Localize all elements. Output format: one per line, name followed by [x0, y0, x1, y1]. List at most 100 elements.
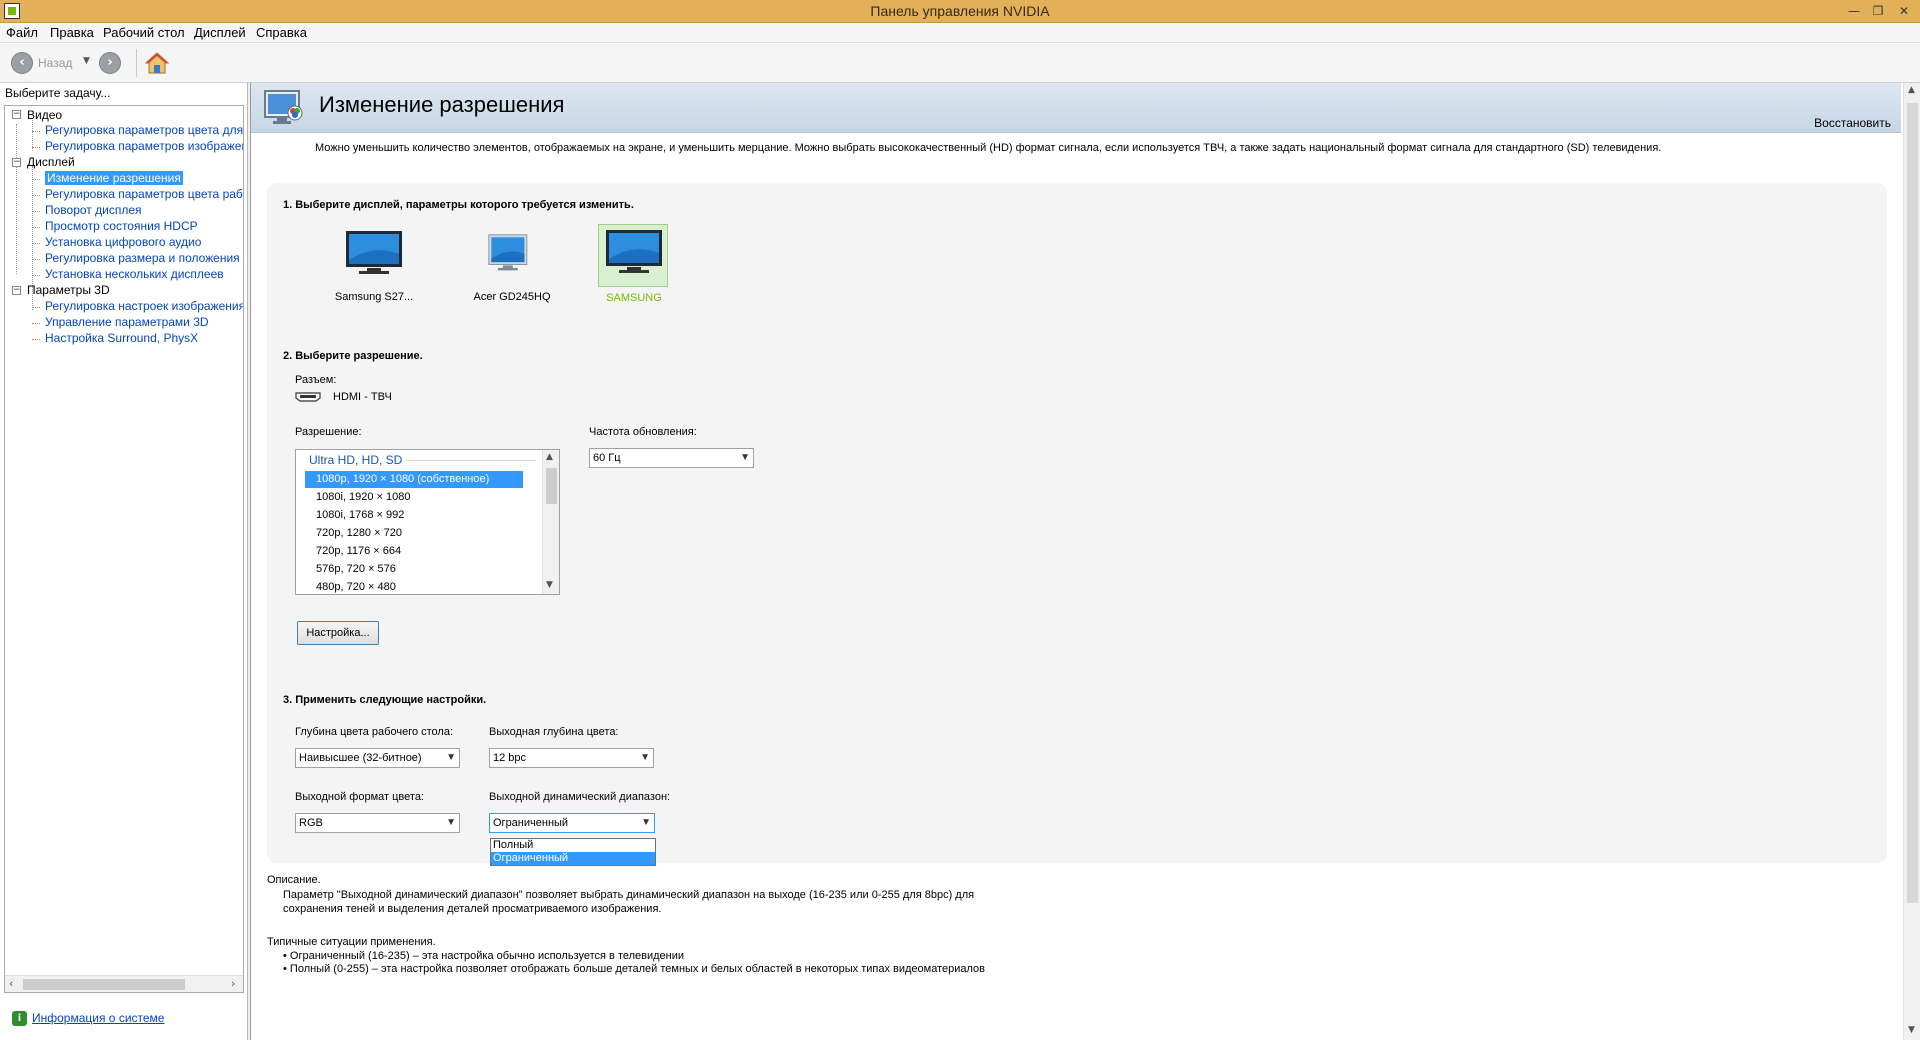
resolution-item[interactable]: 720p, 1176 × 664 [305, 543, 523, 560]
desktop-depth-select[interactable]: Наивысшее (32-битное) ▼ [295, 748, 460, 768]
resolution-item[interactable]: 576p, 720 × 576 [305, 561, 523, 578]
tree-line [32, 307, 40, 308]
usage-title: Типичные ситуации применения. [267, 936, 436, 948]
refresh-rate-select[interactable]: 60 Гц ▼ [589, 448, 754, 468]
forward-arrow-icon[interactable]: › [99, 52, 121, 74]
usage-item-full: • Полный (0-255) – эта настройка позволя… [283, 963, 986, 975]
page-title: Изменение разрешения [319, 92, 565, 117]
tree-line [32, 323, 40, 324]
dropdown-option-limited[interactable]: Ограниченный [491, 852, 655, 865]
resolution-item[interactable]: 480p, 720 × 480 [305, 579, 523, 594]
dropdown-option-full[interactable]: Полный [491, 839, 655, 852]
resolution-item[interactable]: 1080i, 1920 × 1080 [305, 489, 523, 506]
output-depth-select[interactable]: 12 bpc ▼ [489, 748, 654, 768]
output-format-value: RGB [299, 817, 323, 829]
resolution-list[interactable]: Ultra HD, HD, SD 1080p, 1920 × 1080 (соб… [295, 449, 560, 595]
tree-horizontal-scrollbar[interactable]: ‹ › [5, 975, 243, 992]
resolution-item-selected[interactable]: 1080p, 1920 × 1080 (собственное) [305, 471, 523, 488]
scroll-down-icon[interactable]: ▼ [1908, 1025, 1915, 1035]
menu-edit[interactable]: Правка [50, 25, 94, 40]
display-samsung-s27[interactable]: Samsung S27... [335, 226, 413, 303]
connector-value: HDMI - ТВЧ [333, 391, 392, 403]
content-pane: Изменение разрешения Восстановить Можно … [250, 83, 1920, 1040]
dynamic-range-dropdown[interactable]: Полный Ограниченный [490, 838, 656, 866]
customize-button[interactable]: Настройка... [297, 621, 379, 645]
monitor-icon [606, 230, 662, 273]
toolbar-separator [136, 49, 137, 77]
usage-item-limited: • Ограниченный (16-235) – эта настройка … [283, 950, 685, 962]
close-button[interactable]: ✕ [1892, 1, 1916, 21]
system-info-link[interactable]: Информация о системе [32, 1011, 164, 1025]
scrollbar-thumb[interactable] [23, 979, 185, 990]
tree-line [32, 131, 40, 132]
step3-title: 3. Применить следующие настройки. [283, 694, 487, 706]
collapse-display-icon[interactable]: − [12, 158, 21, 167]
menu-bar: Файл Правка Рабочий стол Дисплей Справка [0, 23, 1920, 43]
history-dropdown-icon[interactable]: ▼ [83, 56, 90, 66]
scroll-up-icon[interactable]: ▲ [1908, 85, 1915, 95]
task-label: Выберите задачу... [5, 86, 111, 100]
collapse-3d-icon[interactable]: − [12, 286, 21, 295]
desktop-depth-value: Наивысшее (32-битное) [299, 752, 422, 764]
tree-item-image-settings-preview[interactable]: Регулировка настроек изображения с просм… [45, 299, 243, 313]
tree-item-multiple-displays[interactable]: Установка нескольких дисплеев [45, 267, 224, 281]
tree-item-rotate-display[interactable]: Поворот дисплея [45, 203, 142, 217]
menu-file[interactable]: Файл [6, 25, 38, 40]
step2-title: 2. Выберите разрешение. [283, 350, 423, 362]
display-name-selected: SAMSUNG [606, 292, 662, 304]
refresh-rate-value: 60 Гц [593, 452, 621, 464]
tree-item-video-image[interactable]: Регулировка параметров изображения для в… [45, 139, 243, 153]
tree-item-hdcp-status[interactable]: Просмотр состояния HDCP [45, 219, 198, 233]
dynamic-range-label: Выходной динамический диапазон: [489, 791, 671, 803]
menu-desktop[interactable]: Рабочий стол [103, 25, 185, 40]
scrollbar-thumb[interactable] [546, 468, 557, 504]
output-depth-label: Выходная глубина цвета: [489, 726, 619, 738]
maximize-button[interactable]: ❐ [1866, 1, 1890, 21]
tree-item-desktop-color[interactable]: Регулировка параметров цвета рабочего ст… [45, 187, 243, 201]
tree-item-digital-audio[interactable]: Установка цифрового аудио [45, 235, 201, 249]
monitor-icon [346, 231, 402, 274]
tree-item-surround-physx[interactable]: Настройка Surround, PhysX [45, 331, 198, 345]
tree-item-desktop-size[interactable]: Регулировка размера и положения рабочего… [45, 251, 243, 265]
display-acer-gd245hq[interactable]: Acer GD245HQ [473, 226, 551, 303]
group-divider [406, 460, 536, 461]
minimize-button[interactable]: — [1842, 1, 1866, 21]
description-line1: Параметр "Выходной динамический диапазон… [283, 889, 975, 901]
output-depth-value: 12 bpc [493, 752, 527, 764]
chevron-down-icon: ▼ [640, 752, 650, 763]
resolution-item[interactable]: 720p, 1280 × 720 [305, 525, 523, 542]
menu-help[interactable]: Справка [256, 25, 307, 40]
display-name: Acer GD245HQ [473, 291, 551, 303]
back-arrow-icon[interactable]: ‹ [11, 52, 33, 74]
tree-category-display[interactable]: Дисплей [27, 155, 75, 169]
tree-line [16, 124, 17, 274]
scrollbar-thumb[interactable] [1907, 103, 1918, 903]
display-samsung-selected[interactable]: SAMSUNG [598, 224, 668, 304]
tree-category-video[interactable]: Видео [27, 108, 62, 122]
scroll-left-icon[interactable]: ‹ [9, 977, 13, 990]
display-resolution-icon [264, 90, 303, 124]
resolution-list-scrollbar[interactable]: ▲ ▼ [542, 450, 559, 594]
dynamic-range-value: Ограниченный [493, 817, 569, 829]
tree-item-change-resolution[interactable]: Изменение разрешения [45, 171, 183, 185]
restore-defaults-link[interactable]: Восстановить [1814, 116, 1891, 130]
scroll-up-icon[interactable]: ▲ [546, 452, 553, 462]
resolution-item[interactable]: 1080i, 1768 × 992 [305, 507, 523, 524]
back-button-label[interactable]: Назад [38, 56, 72, 70]
menu-display[interactable]: Дисплей [194, 25, 246, 40]
tree-line [32, 339, 40, 340]
dynamic-range-select[interactable]: Ограниченный ▼ [489, 813, 655, 833]
collapse-video-icon[interactable]: − [12, 110, 21, 119]
tree-item-manage-3d[interactable]: Управление параметрами 3D [45, 315, 209, 329]
scroll-down-icon[interactable]: ▼ [546, 580, 553, 590]
tree-line [32, 259, 40, 260]
refresh-rate-label: Частота обновления: [589, 426, 697, 438]
scroll-right-icon[interactable]: › [231, 977, 235, 990]
tree-item-video-color[interactable]: Регулировка параметров цвета для видео [45, 123, 243, 137]
tree-category-3d[interactable]: Параметры 3D [27, 283, 110, 297]
content-vertical-scrollbar[interactable]: ▲ ▼ [1903, 83, 1920, 1040]
tree-line [32, 211, 40, 212]
output-format-select[interactable]: RGB ▼ [295, 813, 460, 833]
home-icon[interactable] [145, 51, 169, 75]
toolbar: ‹ Назад ▼ › [0, 43, 1920, 83]
